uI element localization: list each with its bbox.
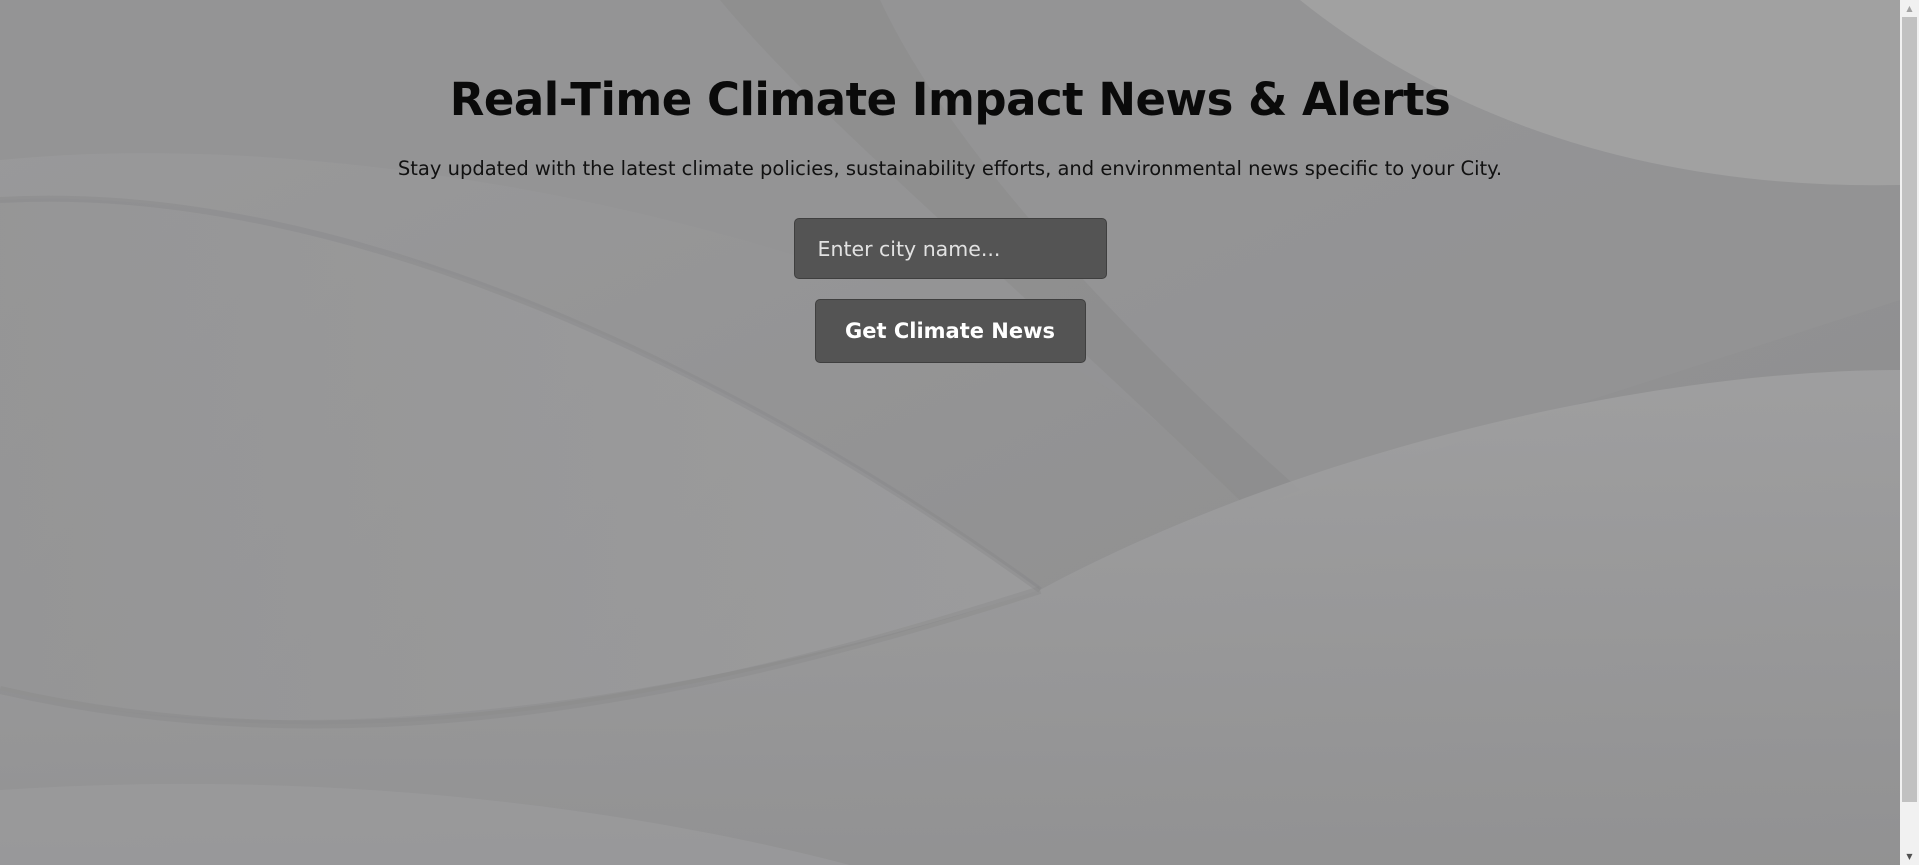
vertical-scrollbar[interactable]: ▲ ▼: [1900, 0, 1919, 865]
scrollbar-thumb[interactable]: [1902, 17, 1917, 802]
page-title: Real-Time Climate Impact News & Alerts: [449, 73, 1451, 126]
page-subtitle: Stay updated with the latest climate pol…: [397, 157, 1503, 180]
get-climate-news-button[interactable]: Get Climate News: [814, 299, 1086, 363]
hero-section: Real-Time Climate Impact News & Alerts S…: [0, 0, 1900, 363]
triangle-up-icon[interactable]: ▲: [1900, 0, 1919, 17]
city-search-input[interactable]: [793, 218, 1107, 279]
page-viewport: Real-Time Climate Impact News & Alerts S…: [0, 0, 1919, 865]
triangle-down-icon[interactable]: ▼: [1900, 848, 1919, 865]
